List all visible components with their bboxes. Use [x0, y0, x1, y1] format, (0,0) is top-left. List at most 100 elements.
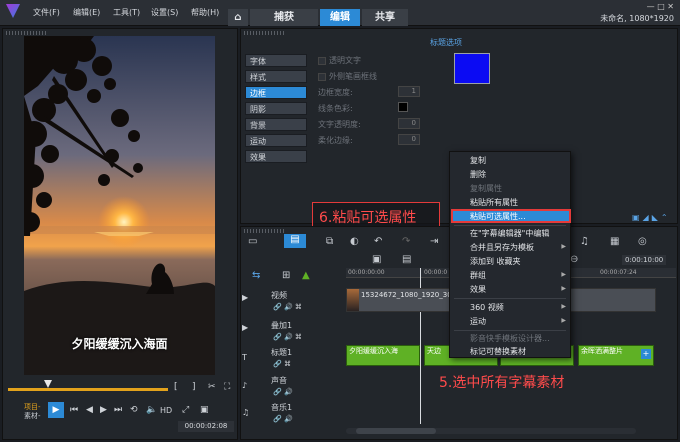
- mark-out-icon[interactable]: ]: [192, 382, 196, 392]
- start-button[interactable]: ⏮: [70, 405, 78, 415]
- mode-clip[interactable]: 素材-: [24, 411, 41, 421]
- menu-item-motion[interactable]: 运动: [470, 316, 486, 327]
- transparent-text-option[interactable]: 透明文字: [318, 55, 361, 66]
- mark-in-icon[interactable]: [: [174, 382, 178, 392]
- menu-item-360-video[interactable]: 360 视频: [470, 302, 504, 313]
- zoom-out-icon[interactable]: ⊖: [570, 254, 578, 265]
- tab-font[interactable]: 字体: [245, 54, 307, 67]
- options-panel-buttons[interactable]: ▣◢◣⌃: [632, 213, 671, 222]
- menu-item-effects[interactable]: 效果: [470, 284, 486, 295]
- menu-item-mark-replaceable[interactable]: 标记可替换素材: [470, 346, 526, 357]
- menu-item-paste-selected-attributes[interactable]: 粘贴可选属性...: [470, 211, 526, 222]
- audio-mixer-icon[interactable]: ♫: [580, 236, 589, 247]
- voice-track-controls[interactable]: 🔗 🔊: [273, 388, 293, 396]
- menu-item-template-designer[interactable]: 影音快手模板设计器...: [470, 333, 550, 344]
- trim-bar[interactable]: [8, 388, 168, 391]
- track-manager-icon[interactable]: ▤: [402, 254, 411, 265]
- skip-end-icon: ⏭: [114, 405, 123, 415]
- copy-tool-icon[interactable]: ⧉: [326, 236, 333, 247]
- menu-item-group[interactable]: 群组: [470, 270, 486, 281]
- tab-style[interactable]: 样式: [245, 70, 307, 83]
- tab-capture[interactable]: 捕获: [250, 9, 318, 26]
- project-info: 未命名, 1080*1920: [600, 14, 674, 23]
- outer-border-option[interactable]: 外侧笔画框线: [318, 71, 377, 82]
- context-menu: 复制 删除 复制属性 粘贴所有属性 粘贴可选属性... 在"字幕编辑器"中编辑 …: [449, 151, 571, 358]
- timeline-view-icon[interactable]: ▤: [284, 234, 306, 248]
- video-track-icon: ▶: [242, 293, 249, 302]
- overlay-track-controls[interactable]: 🔗 🔊 ⌘: [273, 333, 302, 341]
- subtitle-tool-icon[interactable]: ▣: [372, 254, 381, 265]
- track-toggle-icon[interactable]: ⇆: [252, 270, 260, 281]
- timeline-timecode[interactable]: 0:00:10:00: [622, 255, 667, 265]
- tab-motion[interactable]: 运动: [245, 134, 307, 147]
- menu-item-copy[interactable]: 复制: [470, 155, 486, 166]
- tab-effects[interactable]: 效果: [245, 150, 307, 163]
- music-track-controls[interactable]: 🔗 🔊: [273, 415, 293, 423]
- title-clip[interactable]: 余晖洒满整片 +: [578, 345, 654, 366]
- timeline-scrollbar[interactable]: [346, 428, 636, 434]
- menu-item-save-as-template[interactable]: 合并且另存为模板: [470, 242, 534, 253]
- scrollbar-thumb[interactable]: [356, 428, 436, 434]
- menu-item-delete[interactable]: 删除: [470, 169, 486, 180]
- hd-button[interactable]: HD: [160, 406, 172, 415]
- play-button[interactable]: ▶: [48, 402, 64, 418]
- menu-file[interactable]: 文件(F): [33, 7, 60, 18]
- border-width-input[interactable]: 1: [398, 86, 420, 97]
- window-controls: — □ ✕: [647, 2, 674, 11]
- menu-item-add-to-favorites[interactable]: 添加到 收藏夹: [470, 256, 521, 267]
- color-preview-swatch[interactable]: [454, 53, 490, 84]
- minimize-icon[interactable]: —: [647, 2, 655, 11]
- menu-item-edit-in-subtitle-editor[interactable]: 在"字幕编辑器"中编辑: [470, 228, 549, 239]
- multicam-icon[interactable]: ▦: [610, 236, 619, 247]
- line-color-swatch[interactable]: [398, 102, 408, 112]
- undo-icon[interactable]: ↶: [374, 236, 382, 247]
- checkbox[interactable]: [318, 56, 326, 65]
- submenu-arrow-icon: ▶: [561, 303, 566, 310]
- repeat-button[interactable]: ⟲: [130, 405, 138, 415]
- maximize-icon[interactable]: □: [657, 2, 665, 11]
- fullscreen-icon[interactable]: ⛶: [224, 382, 230, 392]
- motion-track-icon[interactable]: ◎: [638, 236, 647, 247]
- redo-icon[interactable]: ↷: [402, 236, 410, 247]
- tab-edit[interactable]: 编辑: [320, 9, 360, 26]
- music-track-icon: ♫: [242, 408, 250, 417]
- menu-tools[interactable]: 工具(T): [113, 7, 140, 18]
- title-track-controls[interactable]: 🔗 ⌘: [273, 360, 291, 368]
- close-icon[interactable]: ✕: [667, 2, 674, 11]
- resize-icon: ⤢: [182, 405, 190, 415]
- zoom-tool-icon[interactable]: ◐: [350, 236, 359, 247]
- add-icon[interactable]: +: [641, 349, 651, 359]
- preview-subtitle: 夕阳缓缓沉入海面: [71, 337, 168, 351]
- split-audio-icon[interactable]: ⇥: [430, 236, 438, 247]
- menu-edit[interactable]: 编辑(E): [73, 7, 100, 18]
- resize-button[interactable]: ⤢: [182, 405, 189, 415]
- add-track-icon[interactable]: ⊞: [282, 270, 290, 281]
- track-up-icon[interactable]: ▲: [302, 270, 310, 281]
- text-transparency-label: 文字透明度:: [318, 120, 361, 129]
- prev-frame-button[interactable]: ◀: [86, 405, 93, 415]
- border-width-label: 边框宽度:: [318, 88, 353, 97]
- tab-background[interactable]: 背景: [245, 118, 307, 131]
- menu-settings[interactable]: 设置(S): [151, 7, 178, 18]
- next-frame-button[interactable]: ▶: [100, 405, 107, 415]
- snapshot-button[interactable]: ▣: [200, 405, 209, 415]
- checkbox[interactable]: [318, 72, 326, 81]
- title-clip[interactable]: 夕阳缓缓沉入海: [346, 345, 420, 366]
- storyboard-view-icon[interactable]: ▭: [248, 236, 257, 247]
- tab-share[interactable]: 共享: [362, 9, 408, 26]
- home-tab[interactable]: ⌂: [228, 9, 248, 26]
- video-track-controls[interactable]: 🔗 🔊 ⌘: [273, 303, 302, 311]
- soften-edge-input[interactable]: 0: [398, 134, 420, 145]
- split-icon[interactable]: ✂: [208, 382, 216, 392]
- menu-item-copy-attributes[interactable]: 复制属性: [470, 183, 502, 194]
- tab-shadow[interactable]: 阴影: [245, 102, 307, 115]
- play-icon: ▶: [52, 405, 60, 415]
- track-label-video: 视频: [271, 291, 287, 300]
- tab-border[interactable]: 边框: [245, 86, 307, 99]
- volume-button[interactable]: 🔈: [146, 405, 157, 415]
- menu-item-paste-all-attributes[interactable]: 粘贴所有属性: [470, 197, 518, 208]
- player-timecode[interactable]: 00:00:02:08: [178, 421, 234, 432]
- end-button[interactable]: ⏭: [114, 405, 122, 415]
- menu-help[interactable]: 帮助(H): [191, 7, 219, 18]
- text-transparency-input[interactable]: 0: [398, 118, 420, 129]
